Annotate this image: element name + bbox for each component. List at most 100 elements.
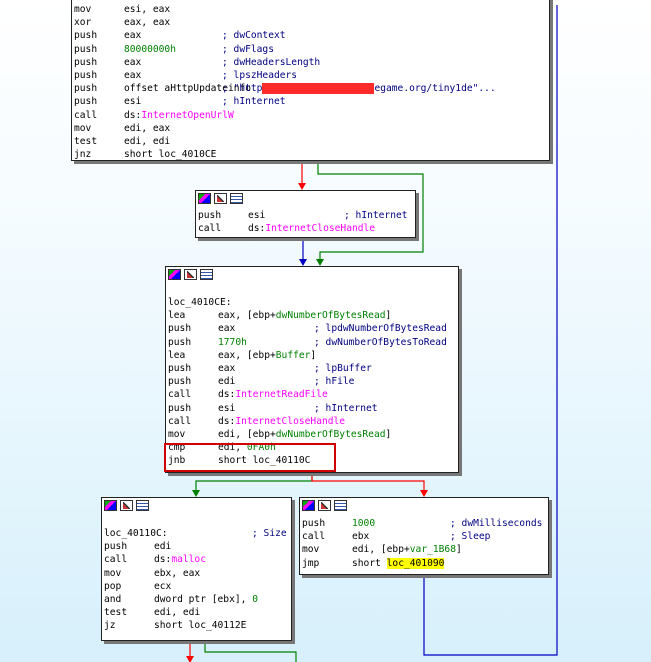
operands[interactable]: edi, edi (124, 136, 170, 147)
asm-line[interactable]: lea eax, [ebp+dwNumberOfBytesRead] (166, 309, 458, 322)
operands[interactable]: edi, eax (124, 123, 170, 134)
asm-line[interactable]: push eax ; lpBuffer (166, 362, 458, 375)
asm-line[interactable]: mov edi, [ebp+dwNumberOfBytesRead] (166, 428, 458, 441)
operand-text[interactable]: ebx, eax (154, 568, 200, 579)
edit-icon[interactable] (184, 269, 197, 280)
operands[interactable]: eax (218, 363, 235, 374)
operands[interactable]: 1770h (218, 337, 247, 348)
operands[interactable]: 80000000h (124, 44, 176, 55)
operand-text[interactable]: edi, edi (124, 136, 170, 147)
operand-text[interactable]: eax (124, 57, 141, 68)
operand-text[interactable]: short loc_4010CE (124, 149, 216, 160)
operand-text[interactable]: edi, [ebp+ (218, 429, 276, 440)
operands[interactable]: esi (124, 96, 141, 107)
asm-line[interactable]: push offset aHttpUpdateinfo; "http egame.o… (72, 82, 549, 95)
asm-line[interactable]: and dword ptr [ebx], 0 (102, 593, 291, 606)
asm-line[interactable]: push 1000 ; dwMilliseconds (300, 517, 548, 530)
graph-icon[interactable] (302, 500, 315, 511)
operand-text[interactable]: eax, eax (124, 17, 170, 28)
asm-line[interactable]: push eax ; dwContext (72, 29, 549, 42)
asm-line[interactable]: mov esi, eax (72, 3, 549, 16)
asm-line[interactable]: lea eax, [ebp+Buffer] (166, 349, 458, 362)
operand-text[interactable]: eax, [ebp+ (218, 350, 276, 361)
operands[interactable]: short loc_401090 (352, 557, 445, 569)
operands[interactable]: eax (124, 57, 141, 68)
asm-line[interactable]: mov edi, eax (72, 122, 549, 135)
operands[interactable]: esi, eax (124, 4, 170, 15)
asm-line[interactable]: push 1770h ; dwNumberOfBytesToRead (166, 336, 458, 349)
operands[interactable]: eax (124, 30, 141, 41)
operands[interactable]: short loc_40112E (154, 620, 246, 631)
list-icon[interactable] (334, 500, 347, 511)
stack-variable[interactable]: Buffer (276, 350, 311, 361)
api-name[interactable]: malloc (171, 554, 206, 565)
stack-variable[interactable]: dwNumberOfBytesRead (276, 429, 386, 440)
block-label[interactable]: loc_4010CE: (166, 296, 458, 309)
asm-line[interactable]: test edi, edi (72, 135, 549, 148)
block-label[interactable]: loc_40110C: ; Size (102, 527, 291, 540)
operand-text[interactable]: eax (124, 70, 141, 81)
operand-text[interactable]: short (352, 558, 387, 569)
edit-icon[interactable] (120, 500, 133, 511)
asm-line[interactable]: push 80000000h ; dwFlags (72, 43, 549, 56)
operand-text[interactable]: ds: (218, 416, 235, 427)
graph-icon[interactable] (198, 193, 211, 204)
operand-text[interactable]: ds: (154, 554, 171, 565)
operands[interactable]: ds:InternetOpenUrlW (124, 110, 234, 121)
asm-line[interactable]: call ebx ; Sleep (300, 530, 548, 543)
operand-text[interactable]: edi, edi (154, 607, 200, 618)
code-block-top[interactable]: mov esi, eax xor eax, eax push eax ; dwContext… (71, 0, 550, 161)
operands[interactable]: eax, eax (124, 17, 170, 28)
asm-line[interactable]: call ds:InternetOpenUrlW (72, 109, 549, 122)
stack-variable[interactable]: dwNumberOfBytesRead (276, 310, 386, 321)
asm-line[interactable]: call ds:malloc (102, 553, 291, 566)
asm-line[interactable]: xor eax, eax (72, 16, 549, 29)
operands[interactable]: short loc_4010CE (124, 149, 216, 160)
operand-text[interactable]: eax (218, 363, 235, 374)
asm-line[interactable]: push esi ; hInternet (196, 209, 415, 222)
operand-text[interactable]: eax, [ebp+ (218, 310, 276, 321)
operands[interactable]: esi (248, 210, 265, 221)
asm-line[interactable]: push edi ; hFile (166, 375, 458, 388)
operands[interactable]: esi (218, 403, 235, 414)
api-name[interactable]: InternetCloseHandle (235, 416, 345, 427)
operand-text[interactable]: eax (218, 323, 235, 334)
highlighted-label[interactable]: loc_401090 (386, 557, 445, 569)
label-loc-40110c[interactable]: loc_40110C: (104, 528, 168, 539)
list-icon[interactable] (230, 193, 243, 204)
label-loc-4010ce[interactable]: loc_4010CE: (168, 297, 232, 308)
operand-text[interactable]: short loc_40112E (154, 620, 246, 631)
asm-line[interactable]: jnz short loc_4010CE (72, 148, 549, 161)
graph-icon[interactable] (168, 269, 181, 280)
operands[interactable]: edi, [ebp+var_1B68] (352, 544, 462, 555)
asm-line[interactable]: pop ecx (102, 580, 291, 593)
edit-icon[interactable] (214, 193, 227, 204)
operands[interactable]: ebx, eax (154, 568, 200, 579)
stack-variable[interactable]: var_1B68 (410, 544, 456, 555)
asm-line[interactable]: push esi ; hInternet (72, 95, 549, 108)
asm-line[interactable]: push eax ; dwHeadersLength (72, 56, 549, 69)
asm-line[interactable]: call ds:InternetCloseHandle (166, 415, 458, 428)
asm-line[interactable]: jmp short loc_401090 (300, 557, 548, 570)
operand-text[interactable]: ds: (218, 389, 235, 400)
list-icon[interactable] (136, 500, 149, 511)
api-name[interactable]: InternetReadFile (235, 389, 327, 400)
code-block-close-handle[interactable]: push esi ; hInternet call ds:InternetCloseHa… (195, 190, 416, 238)
operand-text[interactable]: edi (154, 541, 171, 552)
operands[interactable]: eax (218, 323, 235, 334)
operand-text[interactable]: edi, [ebp+ (352, 544, 410, 555)
asm-line[interactable]: push esi ; hInternet (166, 402, 458, 415)
operands[interactable]: edi (218, 376, 235, 387)
asm-line[interactable]: mov edi, [ebp+var_1B68] (300, 543, 548, 556)
operands[interactable]: edi (154, 541, 171, 552)
api-name[interactable]: InternetCloseHandle (265, 223, 375, 234)
asm-line[interactable]: push eax ; lpdwNumberOfBytesRead (166, 322, 458, 335)
operand-text[interactable]: ebx (352, 531, 369, 542)
asm-line[interactable]: call ds:InternetCloseHandle (196, 222, 415, 235)
operand-text[interactable]: edi (218, 376, 235, 387)
operands[interactable]: edi, [ebp+dwNumberOfBytesRead] (218, 429, 391, 440)
operand-text[interactable]: ecx (154, 581, 171, 592)
edit-icon[interactable] (318, 500, 331, 511)
graph-icon[interactable] (104, 500, 117, 511)
operand-text[interactable]: ds: (124, 110, 141, 121)
